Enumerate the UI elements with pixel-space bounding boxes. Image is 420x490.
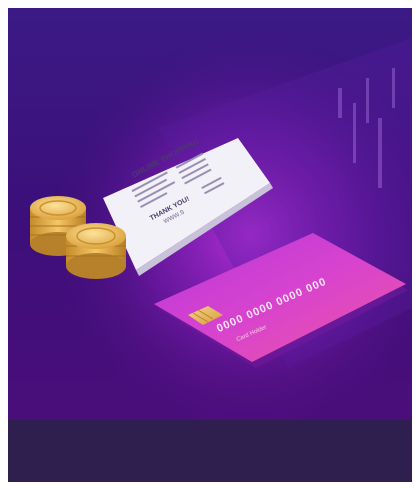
hero-illustration: ONLINE SHOPPING THANK YOU! WWW.S 0000 00…	[8, 8, 412, 420]
illustration-svg: ONLINE SHOPPING THANK YOU! WWW.S 0000 00…	[8, 8, 412, 420]
caption-bar	[8, 420, 412, 482]
image-card: ONLINE SHOPPING THANK YOU! WWW.S 0000 00…	[8, 8, 412, 482]
